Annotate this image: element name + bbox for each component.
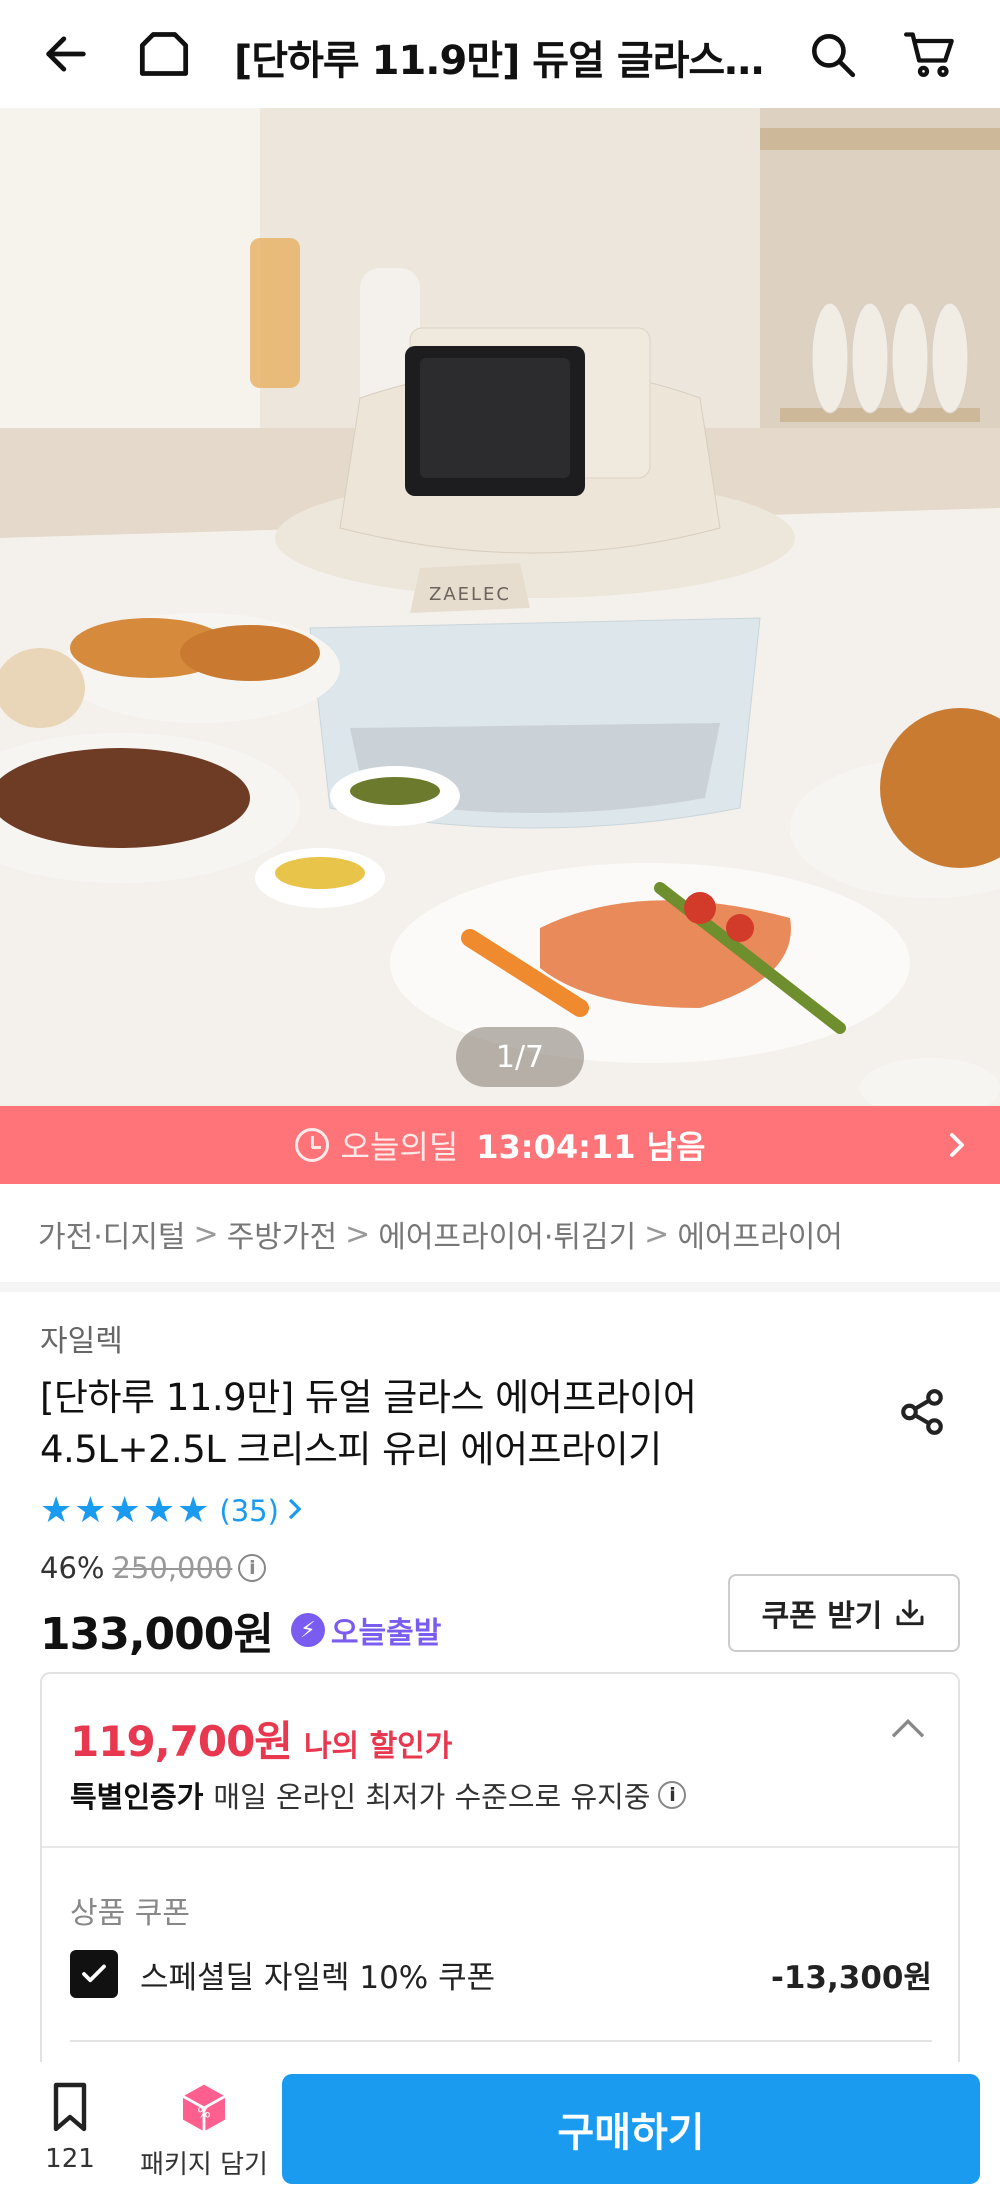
brand-name[interactable]: 자일렉: [40, 1316, 123, 1360]
svg-text:%: %: [197, 2105, 210, 2121]
page-title: [단하루 11.9만] 듀얼 글라스 에어프라이어 4.5L+2.5L 크리스피…: [234, 38, 774, 84]
share-icon[interactable]: [892, 1382, 952, 1442]
sale-price: 133,000원: [40, 1609, 274, 1660]
checkmark-icon: [82, 1964, 106, 1983]
original-price: 250,000: [112, 1551, 233, 1585]
delivery-badge-label: 오늘출발: [330, 1616, 442, 1651]
search-icon[interactable]: [800, 22, 864, 86]
rating-summary[interactable]: ★★★★★ (35): [40, 1490, 303, 1531]
breadcrumb-item[interactable]: 에어프라이어: [677, 1212, 843, 1256]
brand-logo: ZAELEC: [429, 584, 511, 605]
package-label: 패키지 담기: [140, 2150, 268, 2180]
star-rating-icon: ★★★★★: [40, 1490, 212, 1531]
deal-label: 오늘의딜: [340, 1128, 459, 1166]
back-arrow-icon[interactable]: [34, 22, 98, 86]
image-counter: 1/7: [456, 1027, 584, 1087]
my-discount-panel: 119,700원 나의 할인가 특별인증가 매일 온라인 최저가 수준으로 유지…: [40, 1672, 960, 2072]
product-photo: ZAELEC: [0, 108, 1000, 1106]
todays-deal-banner[interactable]: 오늘의딜 13:04:11 남음: [0, 1106, 1000, 1184]
price-row: 133,000원 ⚡ 오늘출발: [40, 1598, 441, 1662]
chevron-up-icon[interactable]: [888, 1714, 928, 1746]
certified-price-title: 특별인증가: [70, 1780, 204, 1814]
add-package-button[interactable]: % 패키지 담기: [136, 2080, 272, 2190]
discount-row: 46% 250,000 i: [40, 1551, 267, 1585]
breadcrumb-item[interactable]: 가전·디지털: [38, 1212, 186, 1256]
clock-icon: [294, 1128, 329, 1162]
breadcrumb-separator-icon: >: [644, 1216, 670, 1252]
coupon-button-label: 쿠폰 받기: [761, 1599, 883, 1634]
lightning-icon: ⚡: [290, 1613, 325, 1647]
my-discount-price: 119,700원: [70, 1717, 293, 1766]
certified-price-text: 매일 온라인 최저가 수준으로 유지중: [213, 1780, 651, 1814]
my-discount-label: 나의 할인가: [303, 1729, 453, 1764]
package-box-icon: %: [182, 2084, 226, 2132]
coupon-value: -13,300원: [770, 1959, 932, 1996]
chevron-right-icon: [285, 1496, 303, 1526]
breadcrumb-item[interactable]: 주방가전: [227, 1212, 337, 1256]
breadcrumb-separator-icon: >: [345, 1216, 371, 1252]
product-title: [단하루 11.9만] 듀얼 글라스 에어프라이어 4.5L+2.5L 크리스피…: [40, 1376, 697, 1471]
coupon-checkbox[interactable]: [70, 1950, 118, 1998]
get-coupon-button[interactable]: 쿠폰 받기: [728, 1574, 960, 1652]
divider: [70, 2040, 932, 2042]
today-delivery-badge: ⚡ 오늘출발: [290, 1608, 442, 1652]
top-app-bar: [단하루 11.9만] 듀얼 글라스 에어프라이어 4.5L+2.5L 크리스피…: [0, 0, 1000, 108]
divider: [42, 1846, 958, 1848]
coupon-name: 스페셜딜 자일렉 10% 쿠폰: [140, 1959, 496, 1996]
breadcrumb-separator-icon: >: [193, 1216, 219, 1252]
cart-icon[interactable]: [898, 22, 962, 86]
wishlist-button[interactable]: 121: [30, 2080, 110, 2180]
section-divider: [0, 1282, 1000, 1292]
deal-countdown: 13:04:11 남음: [476, 1128, 706, 1166]
buy-button[interactable]: 구매하기: [282, 2074, 980, 2184]
bookmark-icon: [53, 2082, 87, 2132]
bottom-action-bar: 121 % 패키지 담기 구매하기: [0, 2062, 1000, 2197]
breadcrumb: 가전·디지털 > 주방가전 > 에어프라이어·튀김기 > 에어프라이어: [38, 1212, 843, 1256]
discount-percent: 46%: [40, 1551, 105, 1585]
review-count: (35): [219, 1493, 279, 1528]
coupon-row: 스페셜딜 자일렉 10% 쿠폰 -13,300원: [70, 1950, 932, 1998]
home-icon[interactable]: [132, 22, 196, 86]
certified-price-row: 특별인증가 매일 온라인 최저가 수준으로 유지중 i: [70, 1774, 694, 1816]
coupon-section-title: 상품 쿠폰: [70, 1896, 190, 1931]
download-icon: [896, 1599, 924, 1626]
info-icon[interactable]: i: [238, 1554, 267, 1582]
product-image-gallery[interactable]: ZAELEC 1/7: [0, 108, 1000, 1106]
breadcrumb-item[interactable]: 에어프라이어·튀김기: [378, 1212, 636, 1256]
my-price-row: 119,700원 나의 할인가: [70, 1708, 452, 1769]
info-icon[interactable]: i: [658, 1781, 687, 1809]
wishlist-count: 121: [45, 2144, 95, 2174]
chevron-right-icon: [942, 1128, 972, 1170]
